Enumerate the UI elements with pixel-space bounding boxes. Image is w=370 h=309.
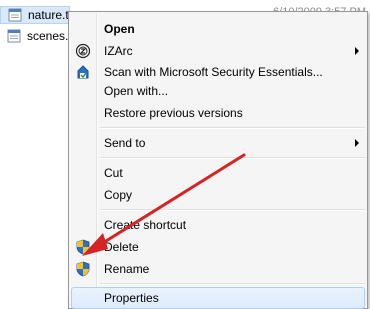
file-name: nature.t xyxy=(28,8,69,22)
menu-separator xyxy=(100,127,365,129)
file-name: scenes.t xyxy=(27,29,72,43)
menu-item-create-shortcut[interactable]: Create shortcut xyxy=(71,214,365,236)
context-menu: Open IZArc Scan with Microsoft Security … xyxy=(68,11,368,309)
uac-shield-icon xyxy=(76,261,90,277)
submenu-arrow-icon xyxy=(355,139,359,147)
izarc-icon xyxy=(75,43,91,59)
menu-item-label: Create shortcut xyxy=(104,218,187,232)
menu-item-label: Scan with Microsoft Security Essentials.… xyxy=(104,65,323,79)
menu-item-label: IZArc xyxy=(104,44,133,58)
file-item-scenes[interactable]: scenes.t xyxy=(0,27,72,45)
text-file-icon xyxy=(7,29,21,43)
menu-item-label: Copy xyxy=(104,188,133,202)
menu-item-label: Cut xyxy=(104,166,123,180)
menu-item-label: Send to xyxy=(104,136,146,150)
file-item-nature[interactable]: nature.t xyxy=(0,6,70,24)
menu-item-label: Delete xyxy=(104,240,139,254)
menu-item-copy[interactable]: Copy xyxy=(71,184,365,206)
text-file-icon xyxy=(8,8,22,22)
menu-item-properties[interactable]: Properties xyxy=(71,287,365,309)
menu-item-open-with[interactable]: Open with... xyxy=(71,80,365,102)
menu-separator xyxy=(100,209,365,211)
menu-item-cut[interactable]: Cut xyxy=(71,162,365,184)
menu-item-delete[interactable]: Delete xyxy=(71,236,365,258)
security-essentials-icon xyxy=(77,65,89,79)
menu-item-label: Properties xyxy=(104,291,159,305)
menu-item-open[interactable]: Open xyxy=(71,18,365,40)
menu-item-label: Restore previous versions xyxy=(104,106,243,120)
menu-separator xyxy=(100,283,365,285)
menu-item-label: Open with... xyxy=(104,84,169,98)
submenu-arrow-icon xyxy=(355,47,359,55)
menu-item-send-to[interactable]: Send to xyxy=(71,132,365,154)
menu-item-rename[interactable]: Rename xyxy=(71,258,365,280)
uac-shield-icon xyxy=(76,239,90,255)
menu-item-restore[interactable]: Restore previous versions xyxy=(71,102,365,124)
menu-item-izarc[interactable]: IZArc xyxy=(71,40,365,62)
menu-item-label: Open xyxy=(104,22,135,36)
menu-item-label: Rename xyxy=(104,262,150,276)
menu-separator xyxy=(100,157,365,159)
